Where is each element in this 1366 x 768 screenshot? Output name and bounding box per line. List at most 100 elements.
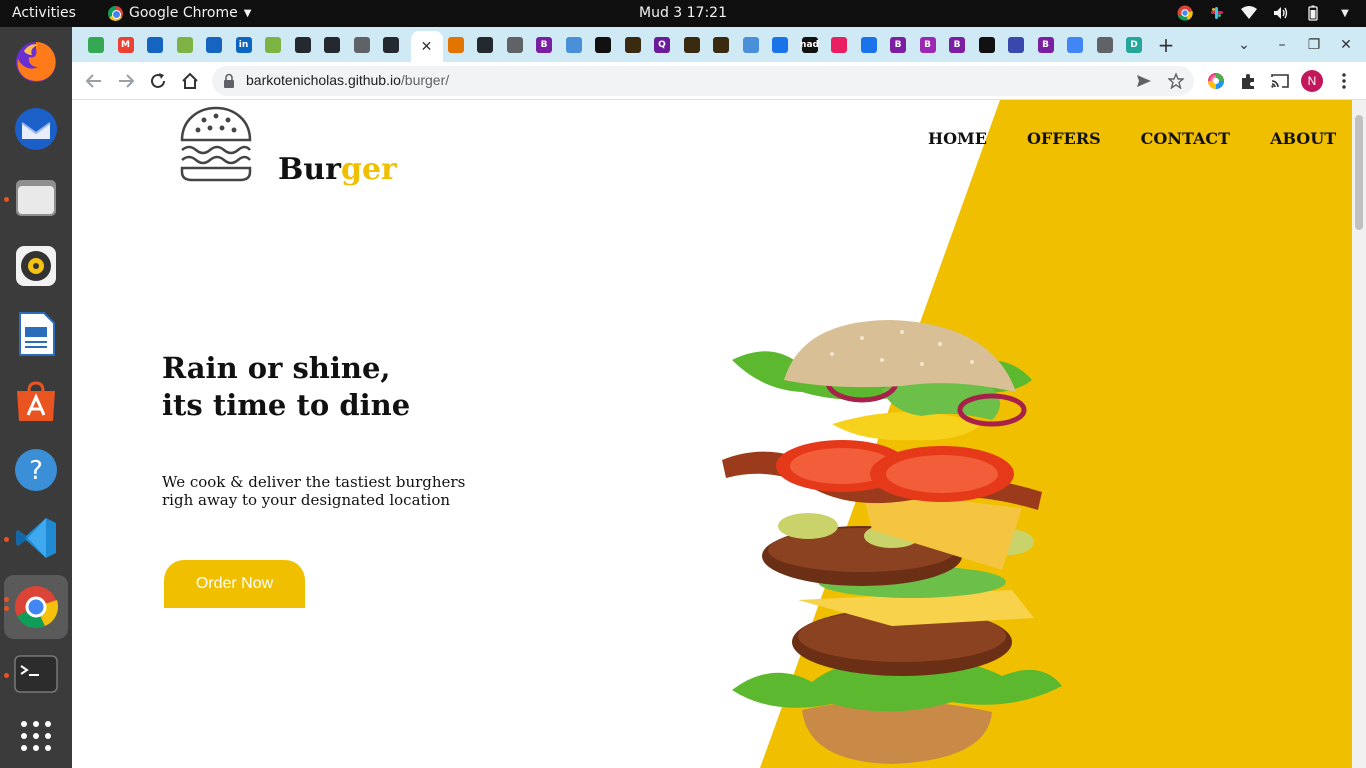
page-scrollbar[interactable] bbox=[1352, 100, 1366, 768]
volume-icon[interactable] bbox=[1272, 4, 1290, 22]
browser-toolbar: barkotenicholas.github.io/burger/ N bbox=[72, 62, 1366, 100]
vscode-icon[interactable] bbox=[10, 512, 62, 564]
tab[interactable] bbox=[1002, 31, 1030, 59]
rhythmbox-icon[interactable] bbox=[10, 240, 62, 292]
tab[interactable]: B bbox=[914, 31, 942, 59]
tab[interactable]: B bbox=[530, 31, 558, 59]
tab[interactable] bbox=[377, 31, 405, 59]
lock-icon[interactable] bbox=[223, 73, 237, 89]
show-apps-icon[interactable] bbox=[10, 710, 62, 762]
cast-icon[interactable] bbox=[1268, 69, 1292, 93]
running-indicator bbox=[4, 606, 9, 611]
tab[interactable] bbox=[766, 31, 794, 59]
brand-logo-text[interactable]: Burger bbox=[278, 152, 397, 187]
tab[interactable]: B bbox=[943, 31, 971, 59]
tab[interactable] bbox=[501, 31, 529, 59]
tab-favicon-icon bbox=[1008, 37, 1024, 53]
tab[interactable] bbox=[737, 31, 765, 59]
thunderbird-icon[interactable] bbox=[10, 103, 62, 155]
tab[interactable] bbox=[259, 31, 287, 59]
headline-line-1: Rain or shine, bbox=[162, 351, 391, 385]
terminal-icon[interactable] bbox=[10, 648, 62, 700]
maximize-button[interactable]: ❐ bbox=[1300, 31, 1328, 59]
help-icon[interactable]: ? bbox=[10, 444, 62, 496]
tab-favicon-icon bbox=[565, 37, 582, 53]
nav-home[interactable]: HOME bbox=[928, 129, 987, 148]
chrome-menu-icon[interactable] bbox=[1332, 69, 1356, 93]
close-icon[interactable]: ✕ bbox=[421, 39, 433, 55]
home-button[interactable] bbox=[176, 67, 204, 95]
tab[interactable]: in bbox=[230, 31, 258, 59]
color-picker-extension-icon[interactable] bbox=[1204, 69, 1228, 93]
tab-favicon-icon bbox=[1067, 37, 1083, 53]
system-tray[interactable]: ▼ bbox=[1176, 4, 1354, 22]
tab[interactable] bbox=[560, 31, 588, 59]
clock[interactable]: Mud 3 17:21 bbox=[639, 5, 727, 21]
tab-favicon-icon bbox=[176, 37, 193, 53]
writer-icon[interactable] bbox=[10, 308, 62, 360]
tab[interactable]: B bbox=[884, 31, 912, 59]
tab[interactable] bbox=[289, 31, 317, 59]
tab[interactable]: M bbox=[112, 31, 140, 59]
nav-contact[interactable]: CONTACT bbox=[1141, 129, 1230, 148]
chrome-tray-icon[interactable] bbox=[1176, 4, 1194, 22]
tab[interactable]: B bbox=[1032, 31, 1060, 59]
minimize-button[interactable]: – bbox=[1268, 31, 1296, 59]
nav-about[interactable]: ABOUT bbox=[1270, 129, 1336, 148]
profile-avatar[interactable]: N bbox=[1300, 69, 1324, 93]
tab-active[interactable]: ✕ bbox=[410, 31, 443, 62]
tab-favicon-icon bbox=[383, 37, 399, 53]
tab[interactable] bbox=[619, 31, 647, 59]
tab[interactable] bbox=[678, 31, 706, 59]
tab-favicon-icon: B bbox=[919, 37, 936, 53]
scrollbar-thumb[interactable] bbox=[1355, 115, 1363, 230]
tab[interactable] bbox=[171, 31, 199, 59]
close-window-button[interactable]: ✕ bbox=[1332, 31, 1360, 59]
tab[interactable] bbox=[348, 31, 376, 59]
tab[interactable] bbox=[707, 31, 735, 59]
send-tab-icon[interactable] bbox=[1132, 69, 1156, 93]
brand-first: Bur bbox=[278, 152, 341, 187]
tab[interactable] bbox=[825, 31, 853, 59]
wifi-icon[interactable] bbox=[1240, 4, 1258, 22]
forward-button[interactable] bbox=[112, 67, 140, 95]
back-button[interactable] bbox=[80, 67, 108, 95]
tab-search-button[interactable]: ⌄ bbox=[1230, 31, 1258, 59]
burger-image bbox=[722, 320, 1062, 764]
tab[interactable] bbox=[200, 31, 228, 59]
tab[interactable]: Q bbox=[648, 31, 676, 59]
tab[interactable]: nad bbox=[796, 31, 824, 59]
tab[interactable] bbox=[1061, 31, 1089, 59]
app-center-icon[interactable] bbox=[10, 376, 62, 428]
new-tab-button[interactable]: + bbox=[1152, 31, 1180, 59]
reload-button[interactable] bbox=[144, 67, 172, 95]
tab[interactable] bbox=[589, 31, 617, 59]
tab-favicon-icon bbox=[506, 37, 523, 53]
tab[interactable]: D bbox=[1120, 31, 1148, 59]
tab[interactable] bbox=[973, 31, 1001, 59]
files-icon[interactable] bbox=[10, 172, 62, 224]
tab[interactable] bbox=[141, 31, 169, 59]
firefox-icon[interactable] bbox=[10, 35, 62, 87]
activities-button[interactable]: Activities bbox=[12, 5, 76, 21]
extensions-puzzle-icon[interactable] bbox=[1236, 69, 1260, 93]
nav-offers[interactable]: OFFERS bbox=[1027, 129, 1101, 148]
url-text[interactable]: barkotenicholas.github.io/burger/ bbox=[246, 72, 449, 88]
tab[interactable] bbox=[1091, 31, 1119, 59]
tab[interactable] bbox=[442, 31, 470, 59]
address-bar[interactable]: barkotenicholas.github.io/burger/ bbox=[212, 66, 1194, 96]
order-now-button[interactable]: Order Now bbox=[164, 560, 305, 608]
caret-down-icon[interactable]: ▼ bbox=[1336, 4, 1354, 22]
tab-favicon-icon: B bbox=[949, 37, 965, 53]
app-menu[interactable]: Google Chrome ▼ bbox=[108, 5, 251, 21]
slack-icon[interactable] bbox=[1208, 4, 1226, 22]
running-indicator bbox=[4, 197, 9, 202]
chrome-icon[interactable] bbox=[4, 575, 68, 639]
tab[interactable] bbox=[318, 31, 346, 59]
tab[interactable] bbox=[855, 31, 883, 59]
tab[interactable] bbox=[82, 31, 110, 59]
burger-logo-icon[interactable] bbox=[178, 106, 254, 186]
tab[interactable] bbox=[471, 31, 499, 59]
battery-icon[interactable] bbox=[1304, 4, 1322, 22]
bookmark-star-icon[interactable] bbox=[1164, 69, 1188, 93]
